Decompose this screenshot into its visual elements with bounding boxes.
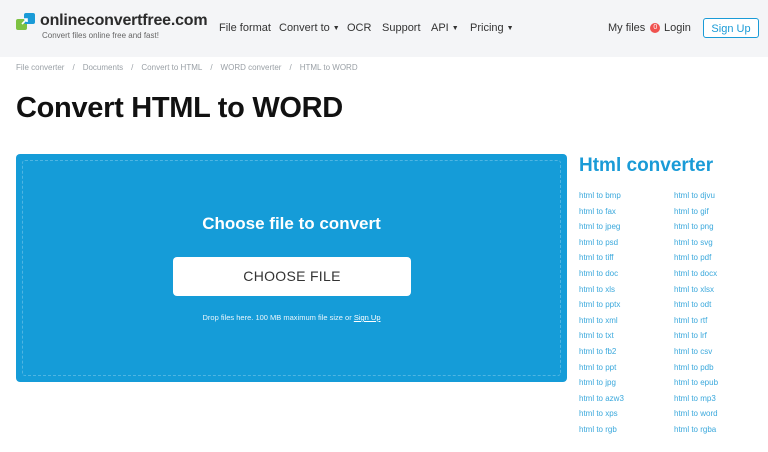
converter-link[interactable]: html to xls xyxy=(579,285,624,301)
nav-file-format[interactable]: File format xyxy=(219,22,271,34)
converter-link[interactable]: html to fax xyxy=(579,207,624,223)
converter-link[interactable]: html to doc xyxy=(579,269,624,285)
converter-link[interactable]: html to png xyxy=(674,222,718,238)
converter-link[interactable]: html to djvu xyxy=(674,191,718,207)
sign-up-link[interactable]: Sign Up xyxy=(354,313,381,322)
chevron-down-icon: ▼ xyxy=(506,24,514,32)
breadcrumb-item-current: HTML to WORD xyxy=(299,63,358,72)
converter-link[interactable]: html to rgba xyxy=(674,425,718,441)
logo-icon[interactable] xyxy=(16,12,36,32)
nav-label: File format xyxy=(219,22,271,34)
nav-label: API xyxy=(431,22,449,34)
breadcrumb-separator: / xyxy=(289,63,292,72)
upload-note: Drop files here. 100 MB maximum file siz… xyxy=(16,313,567,322)
converter-link[interactable]: html to docx xyxy=(674,269,718,285)
converter-link[interactable]: html to word xyxy=(674,409,718,425)
nav-label: OCR xyxy=(347,22,372,34)
converter-link[interactable]: html to xps xyxy=(579,409,624,425)
breadcrumb-separator: / xyxy=(131,63,134,72)
converter-link[interactable]: html to azw3 xyxy=(579,394,624,410)
page-title: Convert HTML to WORD xyxy=(16,92,343,124)
breadcrumb: File converter / Documents / Convert to HT… xyxy=(16,63,358,72)
logo-title[interactable]: onlineconvertfree.com xyxy=(40,12,208,30)
converter-links-right: html to djvu html to gif html to png htm… xyxy=(674,191,718,441)
nav-label: Convert to xyxy=(279,22,330,34)
nav-label: Support xyxy=(382,22,421,34)
converter-link[interactable]: html to rgb xyxy=(579,425,624,441)
chevron-down-icon: ▼ xyxy=(332,24,340,32)
upload-note-text: Drop files here. 100 MB maximum file siz… xyxy=(202,313,354,322)
file-drop-zone[interactable]: Choose file to convert CHOOSE FILE Drop … xyxy=(16,154,567,382)
top-navigation-bar: onlineconvertfree.com Convert files onli… xyxy=(0,0,768,57)
converter-link[interactable]: html to epub xyxy=(674,378,718,394)
converter-links-left: html to bmp html to fax html to jpeg htm… xyxy=(579,191,624,441)
upload-title: Choose file to convert xyxy=(202,214,381,233)
converter-link[interactable]: html to xlsx xyxy=(674,285,718,301)
nav-pricing[interactable]: Pricing ▼ xyxy=(470,22,514,34)
converter-link[interactable]: html to lrf xyxy=(674,331,718,347)
my-files-label: My files xyxy=(608,22,646,34)
converter-link[interactable]: html to tiff xyxy=(579,253,624,269)
breadcrumb-separator: / xyxy=(210,63,213,72)
converter-link[interactable]: html to ppt xyxy=(579,363,624,379)
converter-link[interactable]: html to rtf xyxy=(674,316,718,332)
converter-link[interactable]: html to mp3 xyxy=(674,394,718,410)
converter-link[interactable]: html to xml xyxy=(579,316,624,332)
login-link[interactable]: Login xyxy=(664,22,691,34)
converter-link[interactable]: html to jpg xyxy=(579,378,624,394)
sidebar-title: Html converter xyxy=(579,155,714,176)
converter-link[interactable]: html to svg xyxy=(674,238,718,254)
converter-link[interactable]: html to gif xyxy=(674,207,718,223)
nav-ocr[interactable]: OCR xyxy=(347,22,371,34)
converter-link[interactable]: html to pdf xyxy=(674,253,718,269)
breadcrumb-item[interactable]: File converter xyxy=(16,63,64,72)
converter-link[interactable]: html to fb2 xyxy=(579,347,624,363)
chevron-down-icon: ▼ xyxy=(451,24,459,32)
sign-up-button[interactable]: Sign Up xyxy=(703,18,759,38)
nav-label: Pricing xyxy=(470,22,504,34)
file-count-badge: 0 xyxy=(650,23,661,33)
converter-link[interactable]: html to odt xyxy=(674,300,718,316)
breadcrumb-item[interactable]: Convert to HTML xyxy=(141,63,202,72)
converter-link[interactable]: html to pptx xyxy=(579,300,624,316)
nav-support[interactable]: Support xyxy=(382,22,421,34)
nav-convert-to[interactable]: Convert to ▼ xyxy=(279,22,340,34)
breadcrumb-separator: / xyxy=(72,63,75,72)
login-label: Login xyxy=(664,22,691,34)
converter-link[interactable]: html to bmp xyxy=(579,191,624,207)
my-files-link[interactable]: My files 0 xyxy=(608,22,661,34)
converter-link[interactable]: html to pdb xyxy=(674,363,718,379)
converter-link[interactable]: html to csv xyxy=(674,347,718,363)
choose-file-button[interactable]: CHOOSE FILE xyxy=(173,257,411,296)
converter-link[interactable]: html to psd xyxy=(579,238,624,254)
converter-link[interactable]: html to jpeg xyxy=(579,222,624,238)
breadcrumb-item[interactable]: Documents xyxy=(83,63,123,72)
converter-link[interactable]: html to txt xyxy=(579,331,624,347)
breadcrumb-item[interactable]: WORD converter xyxy=(221,63,282,72)
logo-subtitle: Convert files online free and fast! xyxy=(42,31,159,40)
nav-api[interactable]: API ▼ xyxy=(431,22,459,34)
